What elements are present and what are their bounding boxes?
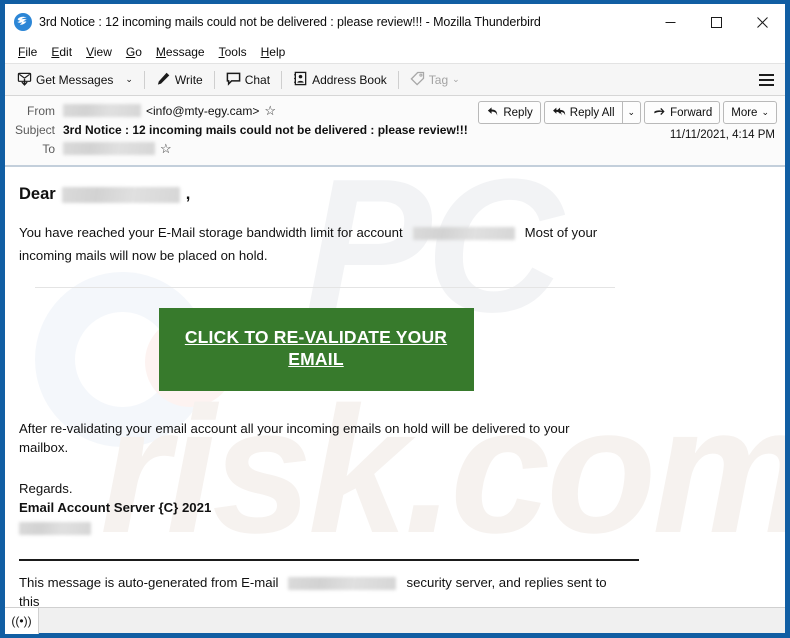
greeting-name-redacted xyxy=(61,186,180,203)
from-name-redacted xyxy=(63,104,141,117)
menu-file[interactable]: FFileile xyxy=(11,43,44,61)
footer-redacted xyxy=(288,576,397,590)
toolbar-separator-4 xyxy=(397,70,399,89)
from-value: <info@mty-egy.cam> ☆ xyxy=(63,104,276,118)
divider-thin xyxy=(35,287,615,289)
thunderbird-icon xyxy=(14,13,32,31)
download-mail-icon xyxy=(17,71,32,89)
tag-button[interactable]: Tag ⌄ xyxy=(404,68,466,92)
paragraph-1: You have reached your E-Mail storage ban… xyxy=(19,223,619,242)
paragraph-1-after: Most of your xyxy=(524,224,598,240)
close-button[interactable] xyxy=(739,4,785,40)
toolbar-separator xyxy=(143,70,145,89)
footer-before: This message is auto-generated from E-ma… xyxy=(19,574,279,590)
maximize-button[interactable] xyxy=(693,4,739,40)
chevron-down-icon-more: ⌄ xyxy=(761,107,769,117)
forward-button[interactable]: Forward xyxy=(644,101,721,124)
to-value: ☆ xyxy=(63,142,172,155)
reply-all-label: Reply All xyxy=(569,106,615,119)
tag-chevron-down-icon: ⌄ xyxy=(452,74,460,84)
connection-status-icon[interactable]: ((•)) xyxy=(5,607,39,634)
forward-arrow-icon xyxy=(652,105,666,121)
chat-label: Chat xyxy=(244,72,271,87)
chat-bubble-icon xyxy=(226,71,241,89)
to-label: To xyxy=(42,141,55,156)
footer-paragraph: This message is auto-generated from E-ma… xyxy=(19,573,619,607)
signature-redacted-line xyxy=(19,518,763,537)
cta-container: CLICK TO RE-VALIDATE YOUR EMAIL xyxy=(19,308,763,391)
title-bar: 3rd Notice : 12 incoming mails could not… xyxy=(5,4,785,40)
account-redacted xyxy=(412,226,515,240)
tag-label: Tag xyxy=(428,72,449,87)
chat-button[interactable]: Chat xyxy=(220,68,276,92)
get-messages-label: Get Messages xyxy=(36,72,114,87)
chevron-down-icon-replyall: ⌄ xyxy=(627,107,636,117)
forward-label: Forward xyxy=(670,106,713,119)
hamburger-line-1 xyxy=(758,73,774,76)
address-book-button[interactable]: Address Book xyxy=(287,68,393,92)
get-messages-dropdown[interactable]: ⌄ xyxy=(119,72,139,87)
reply-label: Reply xyxy=(503,106,533,119)
star-icon-from[interactable]: ☆ xyxy=(264,104,276,117)
regards-line: Regards. xyxy=(19,481,73,497)
more-button[interactable]: More ⌄ xyxy=(723,101,777,124)
from-label: From xyxy=(27,103,55,118)
menu-message[interactable]: Message xyxy=(149,43,212,61)
paragraph-1-before: You have reached your E-Mail storage ban… xyxy=(19,224,403,240)
message-header: From <info@mty-egy.cam> ☆ Subject 3rd No… xyxy=(5,96,785,167)
reply-all-dropdown[interactable]: ⌄ xyxy=(621,101,642,124)
from-address: <info@mty-egy.cam> xyxy=(146,103,260,118)
greeting-line: Dear , xyxy=(19,183,763,207)
revalidate-email-button[interactable]: CLICK TO RE-VALIDATE YOUR EMAIL xyxy=(158,308,474,391)
message-actions: Reply Reply All ⌄ Forward More ⌄ xyxy=(478,101,777,124)
menu-bar: FFileile Edit View Go Message Tools Help xyxy=(5,40,785,64)
message-body-pane: PC risk.com Dear , You have reached your… xyxy=(5,167,785,607)
menu-go[interactable]: Go xyxy=(119,43,149,61)
write-label: Write xyxy=(174,72,203,87)
paragraph-2: After re-validating your email account a… xyxy=(19,420,570,456)
header-row-to: To ☆ xyxy=(5,139,785,158)
toolbar-separator-2 xyxy=(213,70,215,89)
star-icon-to[interactable]: ☆ xyxy=(160,142,172,155)
reply-button[interactable]: Reply xyxy=(478,101,541,124)
to-redacted xyxy=(63,142,155,155)
message-date: 11/11/2021, 4:14 PM xyxy=(669,129,775,141)
paragraph-1-line2: incoming mails will now be placed on hol… xyxy=(19,248,268,264)
greeting-suffix: , xyxy=(185,185,191,203)
main-toolbar: Get Messages ⌄ Write Chat Address Book T… xyxy=(5,64,785,96)
window-title: 3rd Notice : 12 incoming mails could not… xyxy=(39,15,541,29)
signature-redacted xyxy=(19,521,91,535)
toolbar-separator-3 xyxy=(281,70,283,89)
email-content: Dear , You have reached your E-Mail stor… xyxy=(5,167,785,607)
signature-line: Email Account Server {C} 2021 xyxy=(19,500,212,516)
reply-all-group: Reply All ⌄ xyxy=(543,101,642,124)
subject-value: 3rd Notice : 12 incoming mails could not… xyxy=(63,122,468,137)
menu-view[interactable]: View xyxy=(79,43,119,61)
hamburger-line-3 xyxy=(758,83,774,86)
get-messages-button[interactable]: Get Messages xyxy=(11,68,119,92)
reply-all-button[interactable]: Reply All xyxy=(543,101,622,124)
reply-all-arrow-icon xyxy=(552,105,566,121)
status-bar: ((•)) xyxy=(5,607,785,634)
app-menu-button[interactable] xyxy=(755,69,777,91)
thunderbird-window: 3rd Notice : 12 incoming mails could not… xyxy=(0,0,790,638)
address-book-label: Address Book xyxy=(312,72,387,87)
chevron-down-icon: ⌄ xyxy=(125,74,133,84)
menu-help[interactable]: Help xyxy=(254,43,293,61)
tag-icon xyxy=(410,71,425,89)
pencil-icon xyxy=(156,71,171,89)
write-button[interactable]: Write xyxy=(150,68,209,92)
minimize-button[interactable] xyxy=(647,4,693,40)
window-controls xyxy=(647,4,785,40)
hamburger-line-2 xyxy=(758,78,774,81)
subject-label: Subject xyxy=(14,122,55,137)
address-book-icon xyxy=(293,71,308,89)
menu-edit[interactable]: Edit xyxy=(44,43,79,61)
divider-thick xyxy=(19,558,639,561)
reply-arrow-icon xyxy=(486,105,499,121)
menu-tools[interactable]: Tools xyxy=(212,43,254,61)
more-label: More xyxy=(731,106,758,119)
greeting-prefix: Dear xyxy=(19,185,56,203)
